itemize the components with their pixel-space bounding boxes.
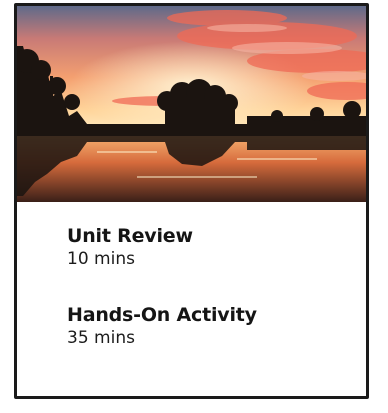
item-duration: 35 mins xyxy=(67,328,135,348)
item-title: Unit Review xyxy=(67,225,193,247)
sunset-lake-image xyxy=(17,6,366,202)
activity-card[interactable]: Unit Review 10 mins Hands-On Activity 35… xyxy=(14,3,369,399)
activity-list: Unit Review 10 mins Hands-On Activity 35… xyxy=(67,225,346,349)
list-item[interactable]: Hands-On Activity 35 mins xyxy=(67,304,346,349)
item-title: Hands-On Activity xyxy=(67,304,257,326)
item-duration: 10 mins xyxy=(67,249,135,269)
list-item[interactable]: Unit Review 10 mins xyxy=(67,225,346,270)
